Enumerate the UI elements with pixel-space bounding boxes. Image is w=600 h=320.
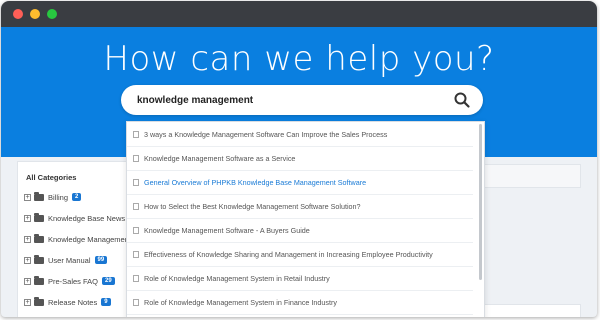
document-icon bbox=[133, 154, 139, 162]
document-icon bbox=[133, 226, 139, 234]
expand-icon[interactable]: + bbox=[24, 235, 31, 243]
search-box[interactable] bbox=[121, 85, 483, 115]
count-badge: 9 bbox=[101, 298, 111, 306]
document-icon bbox=[133, 202, 139, 210]
suggestion-item[interactable]: Role of Knowledge Management System in R… bbox=[127, 266, 473, 291]
suggestion-label: Knowledge Management Software - A Buyers… bbox=[144, 225, 310, 235]
document-icon bbox=[133, 178, 139, 186]
side-panel bbox=[483, 304, 581, 317]
category-label: Knowledge Base News bbox=[48, 213, 126, 223]
suggestion-label: General Overview of PHPKB Knowledge Base… bbox=[144, 177, 367, 187]
side-panel bbox=[483, 164, 581, 188]
suggestion-label: Effectiveness of Knowledge Sharing and M… bbox=[144, 249, 433, 259]
dropdown-scrollbar[interactable] bbox=[479, 124, 482, 280]
suggestion-item[interactable]: General Overview of PHPKB Knowledge Base… bbox=[127, 170, 473, 195]
search-suggestions-dropdown: 3 ways a Knowledge Management Software C… bbox=[126, 121, 485, 317]
document-icon bbox=[133, 130, 139, 138]
search-input[interactable] bbox=[137, 92, 437, 108]
folder-icon bbox=[34, 212, 44, 222]
suggestion-label: Role of Knowledge Management System in R… bbox=[144, 273, 330, 283]
expand-icon[interactable]: + bbox=[24, 214, 31, 222]
category-label: Pre-Sales FAQ bbox=[48, 276, 99, 286]
category-item[interactable]: + Release Notes 9 bbox=[24, 295, 111, 309]
categories-panel: All Categories + Billing 2 + Knowledge B… bbox=[17, 161, 132, 317]
category-item[interactable]: + Knowledge Base News bbox=[24, 211, 132, 225]
category-label: Billing bbox=[48, 192, 69, 202]
count-badge: 99 bbox=[94, 256, 108, 264]
suggestion-item[interactable]: Knowledge Management Software - A Buyers… bbox=[127, 218, 473, 243]
title-bar bbox=[1, 1, 597, 27]
browser-window: How can we help you? All Categories + Bi… bbox=[1, 1, 597, 317]
category-label: Knowledge Managemen bbox=[48, 234, 129, 244]
maximize-window-button[interactable] bbox=[47, 9, 57, 19]
close-window-button[interactable] bbox=[13, 9, 23, 19]
expand-icon[interactable]: + bbox=[24, 298, 31, 306]
suggestion-label: 3 ways a Knowledge Management Software C… bbox=[144, 129, 388, 139]
document-icon bbox=[133, 274, 139, 282]
count-badge: 2 bbox=[72, 193, 82, 201]
expand-icon[interactable]: + bbox=[24, 193, 31, 201]
hero-title: How can we help you? bbox=[103, 39, 495, 79]
suggestion-item[interactable]: Effectiveness of Knowledge Sharing and M… bbox=[127, 242, 473, 267]
category-item[interactable]: + Pre-Sales FAQ 29 bbox=[24, 274, 115, 288]
category-label: Release Notes bbox=[48, 297, 98, 307]
suggestion-item[interactable]: Knowledge Management Software as a Servi… bbox=[127, 146, 473, 171]
folder-icon bbox=[34, 275, 44, 285]
folder-icon bbox=[34, 233, 44, 243]
suggestion-label: Role of Knowledge Management System in F… bbox=[144, 297, 337, 307]
suggestion-item[interactable]: How to Select the Best Knowledge Managem… bbox=[127, 194, 473, 219]
category-item[interactable]: + User Manual 99 bbox=[24, 253, 108, 267]
category-label: User Manual bbox=[48, 255, 91, 265]
search-icon[interactable] bbox=[453, 91, 471, 109]
suggestion-item[interactable]: 3 ways a Knowledge Management Software C… bbox=[127, 122, 473, 147]
category-item[interactable]: + Knowledge Managemen bbox=[24, 232, 129, 246]
suggestion-item[interactable]: Role of Knowledge Management System in F… bbox=[127, 290, 473, 315]
count-badge: 29 bbox=[102, 277, 115, 285]
folder-icon bbox=[34, 254, 44, 264]
expand-icon[interactable]: + bbox=[24, 277, 31, 285]
categories-title: All Categories bbox=[26, 173, 77, 182]
folder-icon bbox=[34, 191, 44, 201]
category-item[interactable]: + Billing 2 bbox=[24, 190, 82, 204]
expand-icon[interactable]: + bbox=[24, 256, 31, 264]
document-icon bbox=[133, 250, 139, 258]
folder-icon bbox=[34, 296, 44, 306]
document-icon bbox=[133, 298, 139, 306]
suggestion-label: How to Select the Best Knowledge Managem… bbox=[144, 201, 361, 211]
minimize-window-button[interactable] bbox=[30, 9, 40, 19]
suggestion-label: Knowledge Management Software as a Servi… bbox=[144, 153, 296, 163]
